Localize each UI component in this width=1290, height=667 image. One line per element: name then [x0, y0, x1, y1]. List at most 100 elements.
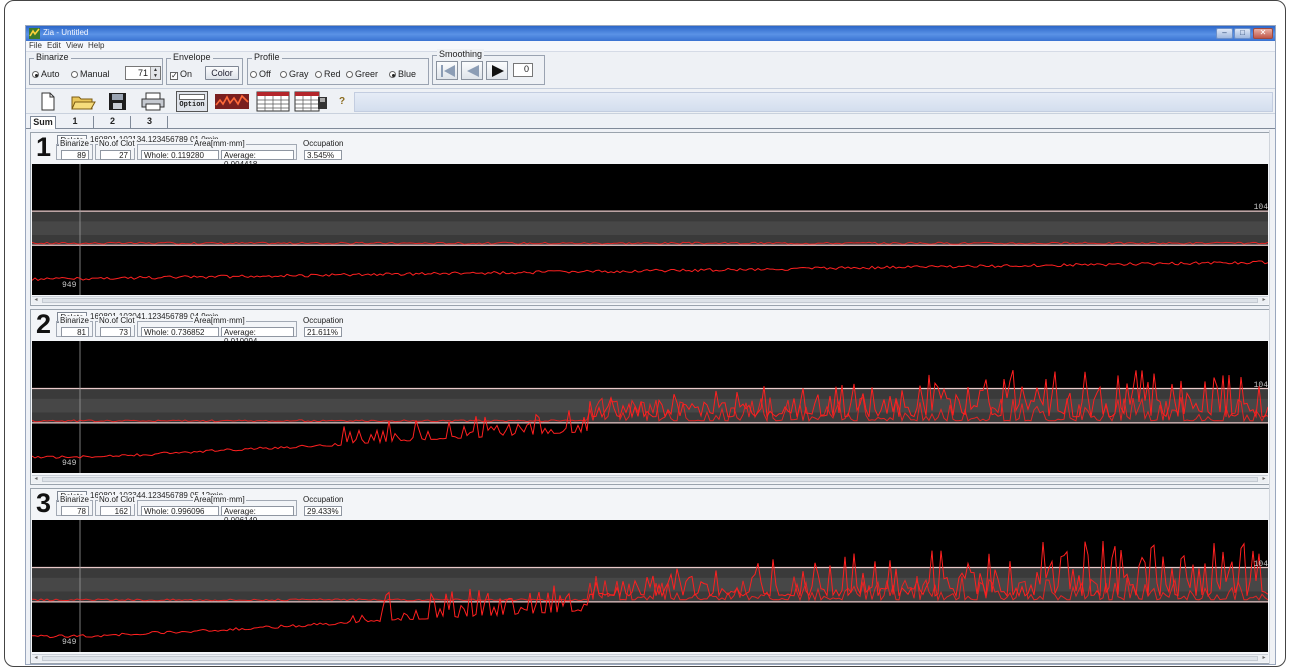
area-field-label: Area[mm·mm]	[193, 316, 246, 325]
profile-group: Profile Off Gray Red Greer Blue	[247, 52, 429, 85]
profile-blue-radio[interactable]: Blue	[389, 69, 416, 79]
maximize-button[interactable]: □	[1234, 28, 1251, 39]
close-button[interactable]: ✕	[1253, 28, 1273, 39]
min-scale-label: 949	[62, 281, 77, 290]
tab-sum[interactable]: Sum	[30, 116, 56, 129]
vessel-band-core	[32, 221, 1268, 236]
scroll-thumb[interactable]	[42, 656, 1258, 661]
table-export-icon[interactable]	[294, 91, 328, 112]
tab-3[interactable]: 3	[132, 116, 168, 129]
help-icon[interactable]: ?	[336, 91, 348, 112]
binarize-auto-radio[interactable]: Auto	[32, 69, 60, 79]
area-whole-value: Whole: 0.736852	[141, 327, 219, 337]
open-folder-icon[interactable]	[70, 91, 96, 112]
average-prefix: Average:	[224, 507, 256, 516]
max-scale-label: 104	[1253, 203, 1268, 213]
envelope-group: Envelope ✓ On Color	[166, 52, 243, 85]
toolbar: Option ?	[26, 89, 1275, 114]
binarize-threshold-stepper[interactable]: 71 ▲ ▼	[125, 66, 161, 80]
smoothing-first-button[interactable]	[436, 61, 458, 80]
window-title: Zia - Untitled	[43, 28, 89, 37]
new-file-icon[interactable]	[40, 91, 56, 112]
scroll-right-icon[interactable]: ▸	[1260, 297, 1268, 304]
clot-field-label: No.of Clot	[98, 316, 136, 325]
envelope-group-title: Envelope	[171, 52, 213, 62]
menu-edit[interactable]: Edit	[47, 41, 61, 50]
result-panel-3: 3 Delete 160801 103344.123456789 05.12mi…	[30, 488, 1270, 664]
result-panel-2: 2 Delete 160801 103041.123456789 04.9min…	[30, 309, 1270, 485]
profile-green-radio[interactable]: Greer	[346, 69, 378, 79]
binarize-threshold-value: 71	[137, 68, 148, 78]
max-scale-label: 104	[1253, 380, 1268, 390]
title-bar[interactable]: Zia - Untitled – □ ✕	[26, 26, 1275, 41]
app-icon	[29, 28, 40, 39]
clot-field-group: No.of Clot 73	[95, 316, 136, 337]
menu-bar: File Edit View Help	[26, 41, 1275, 52]
smoothing-value-field[interactable]: 0	[513, 63, 533, 77]
option-button[interactable]: Option	[176, 91, 208, 112]
vertical-scrollbar[interactable]	[1269, 130, 1275, 664]
profile-red-radio[interactable]: Red	[315, 69, 341, 79]
binarize-manual-radio[interactable]: Manual	[71, 69, 110, 79]
binarize-value: 89	[61, 150, 89, 160]
waveform-icon[interactable]	[214, 91, 250, 112]
clot-field-label: No.of Clot	[98, 495, 136, 504]
average-prefix: Average:	[224, 151, 256, 160]
whole-prefix: Whole:	[144, 328, 172, 337]
profile-gray-radio[interactable]: Gray	[280, 69, 309, 79]
scroll-left-icon[interactable]: ◂	[32, 476, 40, 483]
radio-icon	[71, 71, 78, 78]
image-profile-viewer[interactable]: 949 104	[32, 341, 1268, 473]
binarize-field-label: Binarize	[59, 139, 90, 148]
area-average-value: Average: 0.006149	[221, 506, 294, 525]
binarize-auto-label: Auto	[41, 69, 60, 79]
menu-file[interactable]: File	[29, 41, 42, 50]
toolbar-background	[354, 92, 1273, 112]
menu-help[interactable]: Help	[88, 41, 104, 50]
tab-1[interactable]: 1	[57, 116, 94, 129]
horizontal-scrollbar[interactable]: ◂ ▸	[32, 475, 1268, 483]
scroll-right-icon[interactable]: ▸	[1260, 476, 1268, 483]
scroll-left-icon[interactable]: ◂	[32, 655, 40, 662]
checkbox-checked-icon: ✓	[170, 71, 178, 80]
occupation-field-label: Occupation	[302, 139, 345, 148]
envelope-color-button[interactable]: Color	[205, 66, 239, 80]
horizontal-scrollbar[interactable]: ◂ ▸	[32, 654, 1268, 662]
scroll-right-icon[interactable]: ▸	[1260, 655, 1268, 662]
profile-trace-plot	[32, 520, 1268, 652]
clot-count-value: 73	[100, 327, 131, 337]
occupation-field-group: Occupation 29.433%	[299, 495, 345, 516]
scroll-thumb[interactable]	[42, 477, 1258, 482]
panel-number: 3	[36, 488, 52, 518]
horizontal-scrollbar[interactable]: ◂ ▸	[32, 296, 1268, 304]
smoothing-next-button[interactable]	[486, 61, 508, 80]
binarize-group-title: Binarize	[34, 52, 71, 62]
save-icon[interactable]	[108, 91, 127, 112]
area-field-label: Area[mm·mm]	[193, 495, 246, 504]
minimize-icon: –	[1222, 28, 1227, 37]
binarize-field-label: Binarize	[59, 495, 90, 504]
area-field-group: Area[mm·mm] Whole: 0.736852 Average: 0.0…	[137, 316, 297, 346]
radio-icon	[280, 71, 287, 78]
minimize-button[interactable]: –	[1216, 28, 1233, 39]
print-icon[interactable]	[141, 91, 165, 112]
menu-view[interactable]: View	[66, 41, 83, 50]
min-scale-label: 949	[62, 638, 77, 647]
tab-2[interactable]: 2	[95, 116, 131, 129]
result-panel-1: 1 Delete 160801 102134.123456789 01.0min…	[30, 132, 1270, 306]
image-profile-viewer[interactable]: 949 104	[32, 164, 1268, 295]
smoothing-group: Smoothing 0	[432, 49, 545, 85]
smoothing-prev-button[interactable]	[461, 61, 483, 80]
figure-frame: Zia - Untitled – □ ✕ File Edit View Help…	[4, 0, 1286, 667]
whole-number: 0.736852	[171, 328, 205, 337]
image-profile-viewer[interactable]: 949 104	[32, 520, 1268, 652]
profile-off-radio[interactable]: Off	[250, 69, 271, 79]
area-field-group: Area[mm·mm] Whole: 0.119280 Average: 0.0…	[137, 139, 297, 169]
spin-arrows-icon[interactable]: ▲ ▼	[150, 67, 160, 79]
radio-icon	[315, 71, 322, 78]
close-icon: ✕	[1259, 28, 1267, 37]
table-view-icon[interactable]	[256, 91, 290, 112]
scroll-left-icon[interactable]: ◂	[32, 297, 40, 304]
scroll-thumb[interactable]	[42, 298, 1258, 303]
envelope-on-checkbox[interactable]: ✓ On	[170, 69, 192, 80]
